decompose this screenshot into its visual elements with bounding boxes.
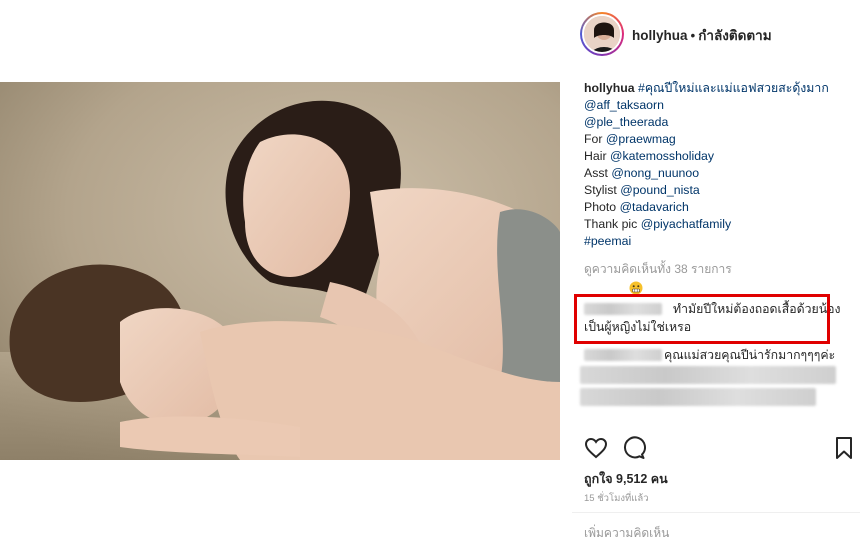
caption-line: #peemai	[584, 233, 856, 250]
caption-line: Thank pic @piyachatfamily	[584, 216, 856, 233]
story-ring[interactable]	[580, 12, 624, 56]
grimace-emoji-icon	[629, 281, 643, 295]
post-photo[interactable]	[0, 82, 560, 460]
caption-mention[interactable]: @katemossholiday	[610, 149, 714, 163]
caption-line: Stylist @pound_nista	[584, 182, 856, 199]
follow-status-button[interactable]: กำลังติดตาม	[698, 28, 771, 43]
caption-mention[interactable]: @ple_theerada	[584, 115, 668, 129]
header-text: hollyhua • กำลังติดตาม	[632, 24, 772, 46]
caption-prefix: Photo	[584, 200, 620, 214]
caption-prefix: Thank pic	[584, 217, 641, 231]
caption-prefix: Hair	[584, 149, 610, 163]
avatar-image	[584, 16, 620, 52]
caption-mention[interactable]: @praewmag	[606, 132, 676, 146]
caption-line: @ple_theerada	[584, 114, 856, 131]
caption: hollyhua #คุณปีใหม่และแม่แอฟสวยสะดุ้งมาก…	[584, 80, 856, 250]
heart-icon[interactable]	[584, 436, 608, 465]
add-comment-input[interactable]: เพิ่มความคิดเห็น	[584, 524, 669, 543]
post-image	[0, 82, 560, 460]
post-timestamp[interactable]: 15 ชั่วโมงที่แล้ว	[584, 491, 649, 506]
bookmark-icon[interactable]	[834, 436, 854, 465]
caption-hashtag[interactable]: #คุณปีใหม่และแม่แอฟสวยสะดุ้งมาก	[638, 81, 829, 95]
action-bar	[584, 436, 854, 460]
post-header: hollyhua • กำลังติดตาม	[572, 0, 860, 66]
avatar[interactable]	[582, 14, 622, 54]
view-all-comments-link[interactable]: ดูความคิดเห็นทั้ง 38 รายการ	[584, 260, 732, 279]
caption-mention[interactable]: @nong_nuunoo	[611, 166, 699, 180]
caption-prefix: Asst	[584, 166, 612, 180]
caption-first-line: hollyhua #คุณปีใหม่และแม่แอฟสวยสะดุ้งมาก	[584, 80, 856, 97]
caption-hashtag-peemai[interactable]: #peemai	[584, 234, 631, 248]
caption-line: For @praewmag	[584, 131, 856, 148]
header-username[interactable]: hollyhua	[632, 28, 688, 43]
caption-username[interactable]: hollyhua	[584, 81, 635, 95]
comment-icon[interactable]	[622, 436, 646, 465]
redacted-comment	[580, 388, 816, 406]
caption-line: Asst @nong_nuunoo	[584, 165, 856, 182]
caption-prefix: Stylist	[584, 183, 621, 197]
caption-mention[interactable]: @tadavarich	[620, 200, 689, 214]
caption-line: Photo @tadavarich	[584, 199, 856, 216]
caption-line: @aff_taksaorn	[584, 97, 856, 114]
divider	[572, 512, 860, 513]
likes-count[interactable]: ถูกใจ 9,512 คน	[584, 469, 668, 489]
redacted-comment	[580, 366, 836, 384]
caption-prefix: For	[584, 132, 606, 146]
comment-text: คุณแม่สวยคุณปีน่ารักมากๆๆๆค่ะ	[664, 348, 836, 362]
redacted-username	[584, 349, 662, 361]
comment-line: คุณแม่สวยคุณปีน่ารักมากๆๆๆค่ะ	[572, 346, 860, 364]
caption-mention[interactable]: @pound_nista	[620, 183, 700, 197]
header-separator: •	[690, 28, 696, 43]
caption-mention[interactable]: @aff_taksaorn	[584, 98, 664, 112]
caption-mention[interactable]: @piyachatfamily	[641, 217, 731, 231]
post-sidebar: hollyhua • กำลังติดตาม hollyhua #คุณปีใหม่…	[572, 0, 860, 555]
comment-second: คุณแม่สวยคุณปีน่ารักมากๆๆๆค่ะ	[572, 346, 860, 364]
caption-line: Hair @katemossholiday	[584, 148, 856, 165]
red-highlight-box	[574, 294, 830, 344]
